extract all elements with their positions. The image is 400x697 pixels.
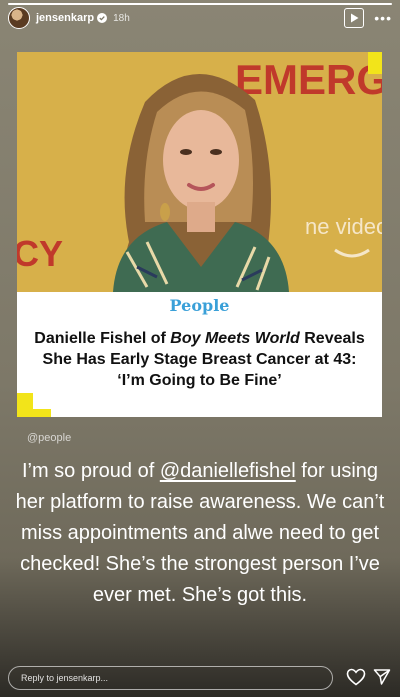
headline-show-title: Boy Meets World <box>170 330 300 347</box>
backdrop-text-top: EMERGEN <box>235 56 382 103</box>
caption-prefix: I’m so proud of <box>21 460 160 482</box>
play-button[interactable] <box>344 8 365 28</box>
avatar[interactable] <box>8 7 30 29</box>
article-card[interactable]: EMERGEN ne video CY People Danielle Fish… <box>17 52 382 417</box>
source-mention[interactable]: @people <box>27 432 71 444</box>
post-time: 18h <box>113 12 130 24</box>
story-caption: I’m so proud of @daniellefishel for usin… <box>12 456 388 611</box>
backdrop-text-right: ne video <box>305 214 382 239</box>
publication-logo: People <box>169 296 230 315</box>
story-header: jensenkarp 18h ••• <box>8 6 392 30</box>
verified-badge-icon <box>97 13 108 23</box>
backdrop-text-left: CY <box>17 233 63 274</box>
article-headline: Danielle Fishel of Boy Meets World Revea… <box>31 328 368 391</box>
headline-prefix: Danielle Fishel of <box>34 330 171 347</box>
play-icon <box>350 13 359 23</box>
more-options-icon[interactable]: ••• <box>374 11 392 25</box>
accent-corner-bottom-left-horizontal <box>17 409 51 417</box>
article-photo: EMERGEN ne video CY <box>17 52 382 292</box>
reply-input[interactable]: Reply to jensenkarp... <box>8 666 333 690</box>
story-progress-fill <box>8 3 392 5</box>
accent-corner-top-right <box>368 52 382 74</box>
like-heart-icon[interactable] <box>346 668 366 686</box>
share-send-icon[interactable] <box>373 668 391 686</box>
caption-mention-link[interactable]: @daniellefishel <box>160 460 296 482</box>
story-progress-bar <box>8 3 392 5</box>
username[interactable]: jensenkarp <box>36 12 94 24</box>
photo-illustration: EMERGEN ne video CY <box>17 52 382 292</box>
